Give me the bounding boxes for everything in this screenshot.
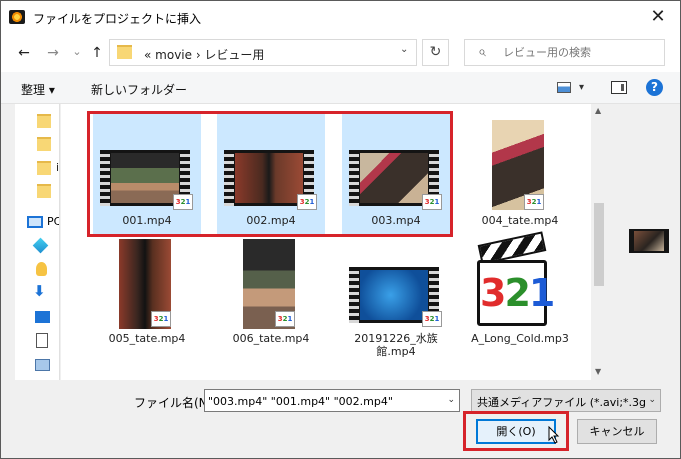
filename-input[interactable]	[208, 393, 438, 409]
cancel-button[interactable]: キャンセル	[577, 419, 657, 444]
scroll-thumb[interactable]	[594, 203, 604, 286]
selection-highlight-box	[87, 111, 453, 237]
forward-icon[interactable]: →	[44, 45, 62, 61]
help-icon[interactable]: ?	[646, 79, 663, 96]
file-open-dialog: ファイルをプロジェクトに挿入 ✕ ← → ⌄ ↑ « movie › レビュー用…	[0, 0, 681, 459]
mouse-cursor-icon	[548, 426, 560, 444]
breadcrumb[interactable]: « movie › レビュー用	[144, 46, 264, 63]
folder-icon	[37, 161, 51, 175]
app-icon	[9, 10, 25, 24]
chevron-down-icon[interactable]: ⌄	[447, 395, 455, 405]
view-options-icon[interactable]	[557, 82, 571, 93]
scroll-down-icon[interactable]: ▼	[595, 367, 601, 376]
pc-icon[interactable]	[27, 216, 43, 228]
back-icon[interactable]: ←	[15, 45, 33, 61]
folder-icon	[37, 137, 51, 151]
mpc-badge-icon: 321	[422, 311, 442, 327]
file-item-005-tate[interactable]: 321 005_tate.mp4	[93, 237, 201, 359]
file-type-select[interactable]: 共通メディアファイル (*.avi;*.3gp;*. ⌄	[471, 389, 661, 412]
navigation-pane: i PC ⬇	[1, 104, 60, 380]
recent-locations-icon[interactable]: ⌄	[68, 45, 86, 58]
mpc-badge-icon: 321	[151, 311, 171, 327]
organize-menu[interactable]: 整理 ▾	[21, 81, 55, 98]
sidebar-item-folder-4[interactable]	[23, 182, 57, 200]
file-item-004-tate[interactable]: 321 004_tate.mp4	[466, 114, 574, 236]
mpc-badge-icon: 321	[275, 311, 295, 327]
search-icon: ⌕	[478, 44, 486, 60]
preview-pane-icon[interactable]	[611, 81, 627, 94]
filename-combobox[interactable]: ⌄	[204, 389, 460, 412]
view-dropdown-icon[interactable]: ▾	[579, 82, 584, 93]
window-title: ファイルをプロジェクトに挿入	[33, 12, 202, 26]
navigation-bar: ← → ⌄ ↑ « movie › レビュー用 ⌄ ↻ ⌕	[1, 34, 680, 72]
title-bar: ファイルをプロジェクトに挿入 ✕	[1, 1, 680, 34]
file-name: 005_tate.mp4	[108, 332, 186, 345]
file-type-value: 共通メディアファイル (*.avi;*.3gp;*.	[477, 396, 645, 409]
mpc-badge-icon: 321	[524, 194, 544, 210]
refresh-icon[interactable]: ↻	[422, 39, 449, 66]
chevron-down-icon[interactable]: ⌄	[400, 44, 408, 55]
command-bar: 整理 ▾ 新しいフォルダー ▾ ?	[1, 72, 680, 104]
media-player-classic-icon: 321	[473, 231, 555, 328]
3d-objects-icon[interactable]	[32, 237, 49, 254]
sidebar-item-folder-1[interactable]	[23, 112, 57, 130]
desktop-icon[interactable]	[35, 311, 50, 323]
search-box[interactable]: ⌕	[464, 39, 665, 66]
file-item-aquarium[interactable]: 321 20191226_水族館.mp4	[342, 237, 450, 359]
downloads-icon[interactable]: ⬇	[33, 282, 46, 300]
file-item-006-tate[interactable]: 321 006_tate.mp4	[217, 237, 325, 359]
background-video-thumbnail	[629, 229, 669, 253]
sidebar-item-pc[interactable]: PC	[47, 215, 59, 228]
address-bar[interactable]: « movie › レビュー用 ⌄	[109, 39, 417, 66]
file-name: 006_tate.mp4	[232, 332, 310, 345]
pictures-icon[interactable]	[35, 359, 50, 371]
chevron-down-icon[interactable]: ⌄	[648, 395, 656, 405]
file-name-panel: ファイル名(N): ⌄ 共通メディアファイル (*.avi;*.3gp;*. ⌄…	[1, 380, 680, 458]
nav-scrollbar[interactable]	[1, 104, 15, 380]
pinned-icon[interactable]	[36, 262, 47, 276]
documents-icon[interactable]	[36, 333, 48, 348]
scroll-up-icon[interactable]: ▲	[595, 106, 601, 115]
up-folder-icon[interactable]: ↑	[88, 45, 106, 61]
sidebar-item-folder-2[interactable]	[23, 135, 57, 153]
file-name: 004_tate.mp4	[481, 214, 559, 227]
file-name: A_Long_Cold.mp3	[471, 332, 569, 345]
file-name: 20191226_水族館.mp4	[354, 332, 438, 358]
folder-icon	[37, 114, 51, 128]
new-folder-button[interactable]: 新しいフォルダー	[91, 81, 187, 98]
close-icon[interactable]: ✕	[646, 6, 670, 28]
sidebar-item-label: i	[56, 161, 60, 174]
folder-icon	[117, 45, 132, 59]
sidebar-item-folder-3[interactable]: i	[23, 159, 60, 177]
folder-icon	[37, 184, 51, 198]
search-input[interactable]	[503, 42, 658, 63]
file-list-scrollbar[interactable]: ▲ ▼	[591, 104, 607, 380]
